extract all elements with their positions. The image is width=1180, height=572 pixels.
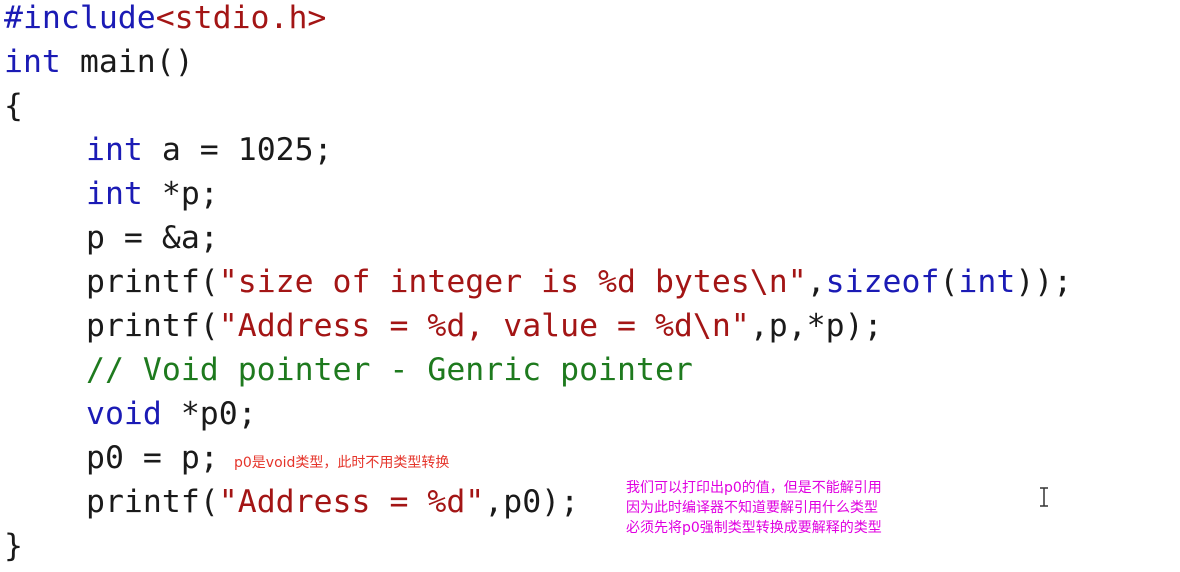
code-editor[interactable]: #include<stdio.h> int main() { int a = 1…: [0, 0, 1180, 572]
code-line-assign-p0: p0 = p;: [4, 436, 219, 480]
string-literal: "Address = %d, value = %d\n": [218, 308, 750, 344]
code-line-printf-address: printf("Address = %d",p0);: [4, 480, 579, 524]
code-comment: // Void pointer - Genric pointer: [86, 352, 693, 388]
code-text: main(): [60, 44, 194, 80]
preprocessor-directive: #include: [4, 0, 156, 36]
code-text: printf(: [86, 264, 219, 300]
string-literal: "Address = %d": [218, 484, 485, 520]
code-text: *p;: [142, 176, 219, 212]
annotation-magenta-line: 因为此时编译器不知道要解引用什么类型: [626, 500, 878, 516]
code-line-declare-p: int *p;: [4, 172, 219, 216]
annotation-magenta: 我们可以打印出p0的值，但是不能解引用 因为此时编译器不知道要解引用什么类型 必…: [626, 478, 882, 538]
code-text: p = &a;: [86, 220, 219, 256]
code-text: (: [939, 264, 959, 300]
code-text: ));: [1015, 264, 1073, 300]
keyword: int: [86, 176, 143, 212]
keyword: int: [4, 44, 61, 80]
code-text: p0 = p;: [86, 440, 219, 476]
code-text: a = 1025;: [142, 132, 333, 168]
code-text: }: [4, 528, 23, 564]
keyword: sizeof: [825, 264, 940, 300]
keyword: int: [958, 264, 1016, 300]
code-text: printf(: [86, 308, 219, 344]
string-literal: "size of integer is %d bytes\n": [218, 264, 807, 300]
code-line-printf-address-value: printf("Address = %d, value = %d\n",p,*p…: [4, 304, 883, 348]
annotation-magenta-line: 我们可以打印出p0的值，但是不能解引用: [626, 480, 882, 496]
code-text: {: [4, 88, 23, 124]
code-line-assign-p: p = &a;: [4, 216, 219, 260]
keyword: void: [86, 396, 162, 432]
code-line-include: #include<stdio.h>: [4, 0, 326, 40]
code-line-declare-p0: void *p0;: [4, 392, 257, 436]
code-text: ,p,*p);: [749, 308, 883, 344]
keyword: int: [86, 132, 143, 168]
text-ibeam-cursor-icon: [1040, 487, 1048, 507]
code-line-comment: // Void pointer - Genric pointer: [4, 348, 693, 392]
include-header: <stdio.h>: [155, 0, 327, 36]
code-text: printf(: [86, 484, 219, 520]
code-text: ,: [806, 264, 826, 300]
code-line-main: int main(): [4, 40, 194, 84]
code-text: *p0;: [161, 396, 257, 432]
annotation-red: p0是void类型，此时不用类型转换: [234, 455, 450, 471]
code-line-declare-a: int a = 1025;: [4, 128, 333, 172]
code-line-printf-size: printf("size of integer is %d bytes\n",s…: [4, 260, 1072, 304]
code-text: ,p0);: [484, 484, 580, 520]
code-line-close-brace: }: [4, 524, 23, 568]
code-line-open-brace: {: [4, 84, 23, 128]
annotation-magenta-line: 必须先将p0强制类型转换成要解释的类型: [626, 520, 882, 536]
